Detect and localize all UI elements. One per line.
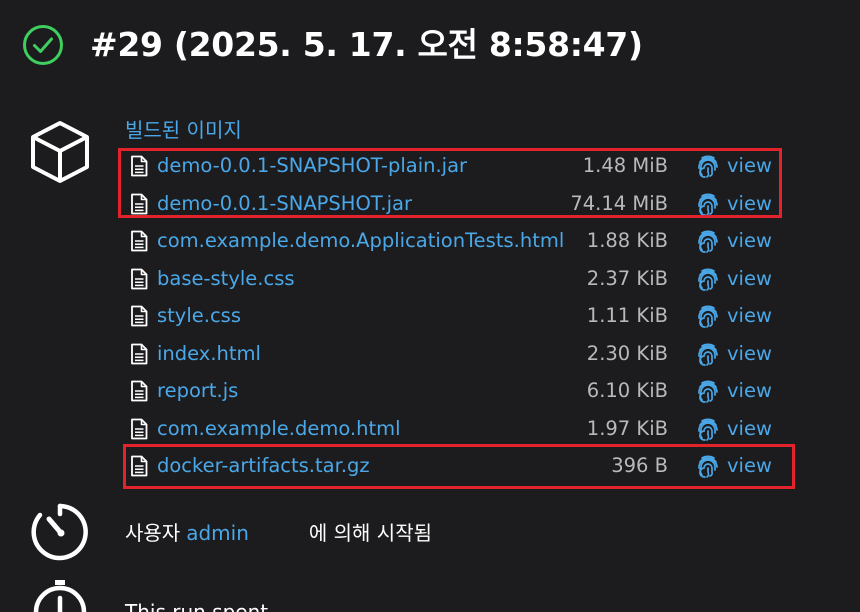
- started-by-prefix: 사용자: [125, 521, 181, 545]
- artifact-link[interactable]: com.example.demo.ApplicationTests.html: [157, 227, 564, 255]
- artifact-row: index.html 2.30 KiB view: [128, 336, 778, 372]
- artifact-row: base-style.css 2.37 KiB view: [128, 261, 778, 297]
- view-link[interactable]: view: [727, 265, 772, 293]
- fingerprint-icon[interactable]: [696, 304, 720, 330]
- file-icon: [131, 268, 148, 289]
- artifact-row: com.example.demo.ApplicationTests.html 1…: [128, 223, 778, 259]
- view-link[interactable]: view: [727, 340, 772, 368]
- artifact-row: style.css 1.11 KiB view: [128, 298, 778, 334]
- fingerprint-icon[interactable]: [696, 342, 720, 368]
- artifact-link[interactable]: report.js: [157, 377, 238, 405]
- highlight-box-jars: [118, 148, 782, 218]
- fingerprint-icon[interactable]: [696, 379, 720, 405]
- artifact-size: 1.11 KiB: [586, 304, 668, 327]
- file-icon: [131, 305, 148, 327]
- timer-icon: [31, 503, 88, 561]
- file-icon: [131, 230, 148, 252]
- artifact-size: 1.88 KiB: [586, 229, 668, 252]
- fingerprint-icon[interactable]: [696, 229, 720, 255]
- file-icon: [131, 418, 148, 439]
- artifact-row: com.example.demo.html 1.97 KiB view: [128, 411, 778, 447]
- success-check-icon: [23, 25, 63, 65]
- user-link[interactable]: admin: [186, 521, 249, 545]
- artifact-link[interactable]: index.html: [157, 340, 261, 368]
- file-icon: [131, 380, 148, 402]
- stopwatch-icon: [33, 580, 87, 612]
- started-by-suffix: 에 의해 시작됨: [308, 521, 432, 545]
- build-page: #29 (2025. 5. 17. 오전 8:58:47) 빌드된 이미지 de…: [0, 0, 860, 612]
- view-link[interactable]: view: [727, 227, 772, 255]
- started-by-line: 사용자 admin 에 의해 시작됨: [125, 518, 432, 548]
- artifact-link[interactable]: style.css: [157, 302, 241, 330]
- artifact-size: 6.10 KiB: [586, 379, 668, 402]
- artifact-size: 2.37 KiB: [586, 266, 668, 290]
- run-duration-text: This run spent: [125, 600, 269, 612]
- artifact-size: 1.97 KiB: [586, 416, 668, 440]
- package-box-icon: [31, 121, 89, 183]
- view-link[interactable]: view: [727, 302, 772, 330]
- fingerprint-icon[interactable]: [696, 417, 720, 443]
- artifact-size: 2.30 KiB: [586, 341, 668, 365]
- artifact-row: report.js 6.10 KiB view: [128, 373, 778, 409]
- artifact-link[interactable]: base-style.css: [157, 265, 295, 293]
- fingerprint-icon[interactable]: [696, 267, 720, 293]
- view-link[interactable]: view: [727, 415, 772, 443]
- view-link[interactable]: view: [727, 377, 772, 405]
- file-icon: [131, 343, 148, 364]
- build-title: #29 (2025. 5. 17. 오전 8:58:47): [90, 25, 643, 64]
- highlight-box-docker: [123, 444, 795, 489]
- artifact-link[interactable]: com.example.demo.html: [157, 415, 401, 443]
- artifacts-heading: 빌드된 이미지: [125, 118, 242, 142]
